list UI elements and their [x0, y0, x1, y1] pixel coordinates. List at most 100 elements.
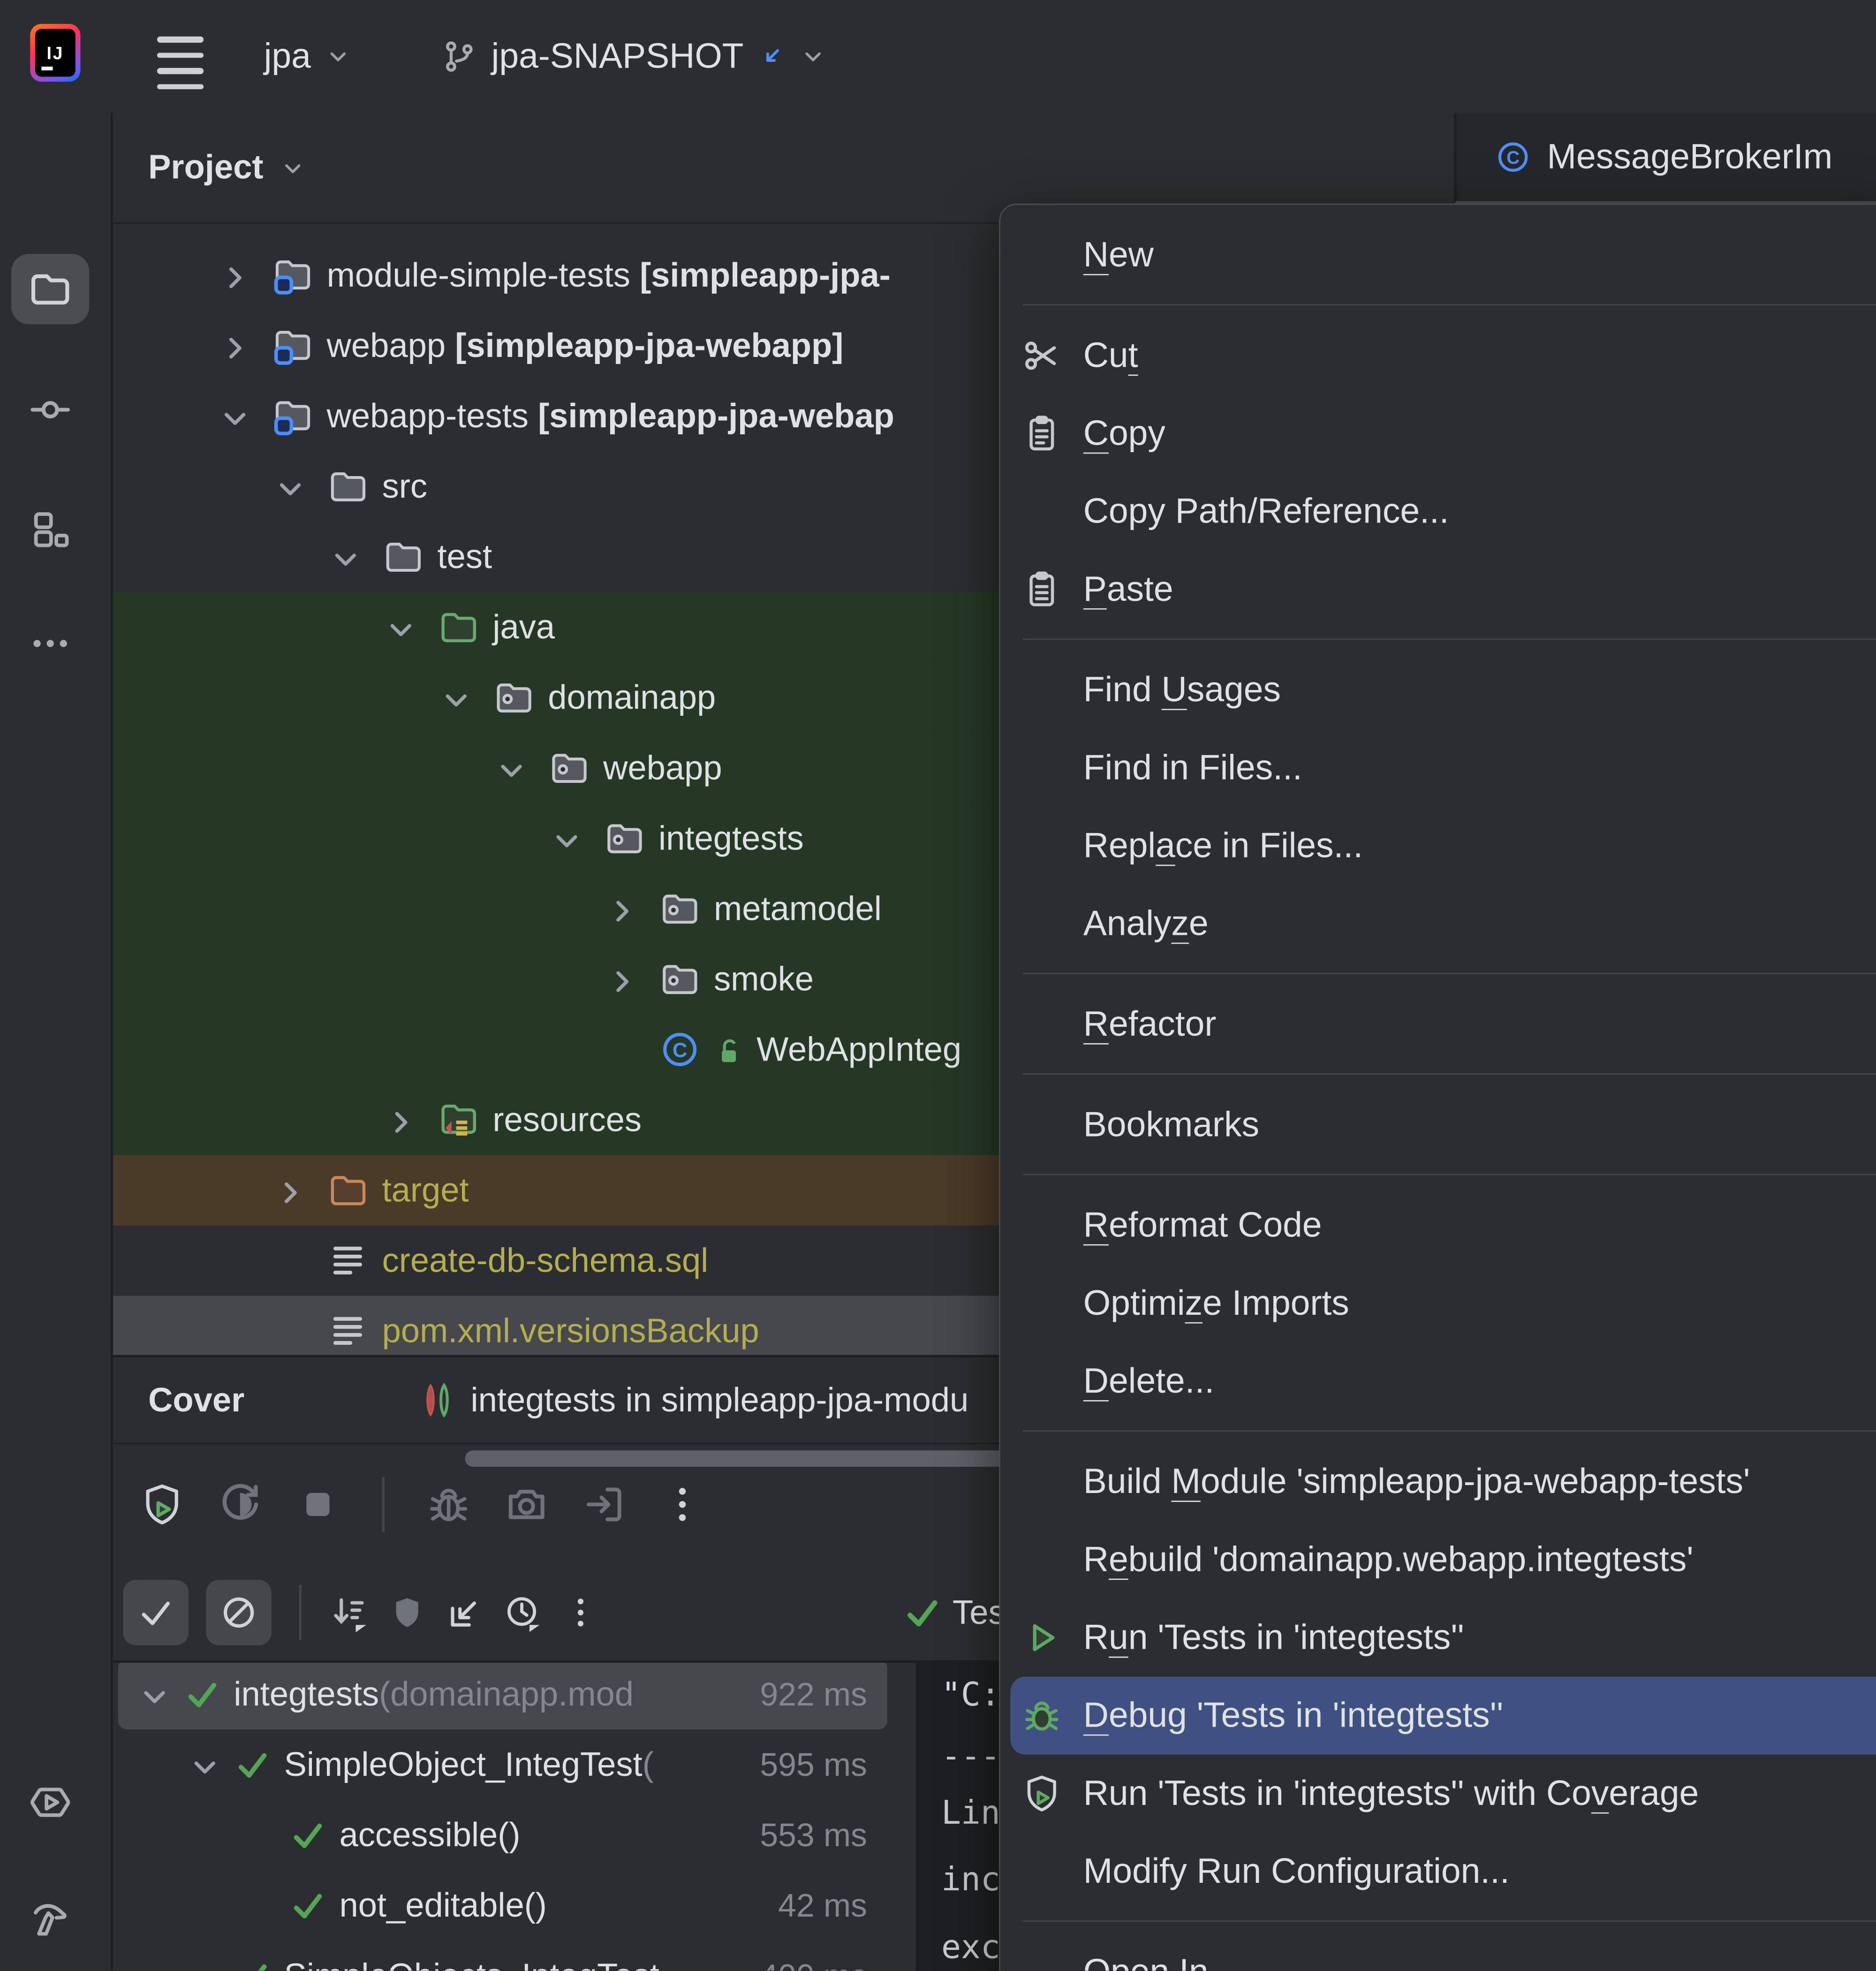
- menu-item-rebuild-domainapp-webapp-integtests[interactable]: Rebuild 'domainapp.webapp.integtests': [1000, 1521, 1876, 1599]
- class-icon: C: [1494, 138, 1532, 176]
- menu-item-new[interactable]: New: [1000, 216, 1876, 294]
- scissors-icon: [1021, 334, 1063, 377]
- coverage-tab-label[interactable]: Cover: [148, 1380, 244, 1419]
- module-folder-icon: [272, 324, 314, 367]
- sort-by-duration-icon[interactable]: [329, 1592, 370, 1633]
- stop-icon[interactable]: [294, 1480, 342, 1528]
- toolbar-button-show-ignored[interactable]: [206, 1580, 272, 1645]
- svg-text:C: C: [673, 1039, 688, 1061]
- editor-tab[interactable]: C MessageBrokerIm: [1494, 137, 1832, 177]
- stripe-button-commit[interactable]: [11, 374, 89, 445]
- vcs-branch-widget[interactable]: jpa-SNAPSHOT: [422, 28, 844, 85]
- menu-item-label: Cut: [1083, 335, 1138, 375]
- more-test-options-icon[interactable]: [560, 1592, 601, 1633]
- menu-item-label: Copy Path/Reference...: [1083, 491, 1449, 531]
- menu-item-find-usages[interactable]: Find Usages: [1000, 651, 1876, 729]
- stripe-button-structure[interactable]: [11, 494, 89, 564]
- menu-item-reformat-code[interactable]: Reformat Code: [1000, 1186, 1876, 1264]
- stripe-button-run[interactable]: [11, 1767, 89, 1837]
- stripe-button-more-tool-windows[interactable]: [11, 608, 89, 679]
- tree-toggle: [272, 1242, 309, 1279]
- chevron-down-icon: [272, 470, 309, 508]
- tree-toggle[interactable]: [186, 1746, 224, 1783]
- menu-item-refactor[interactable]: Refactor: [1000, 986, 1876, 1063]
- menu-separator: [1023, 304, 1876, 306]
- tree-item-label: integtests: [658, 819, 804, 857]
- debug-rerun-icon[interactable]: [425, 1480, 473, 1528]
- test-history-icon[interactable]: [503, 1592, 543, 1633]
- tree-toggle[interactable]: [272, 468, 309, 505]
- test-row-not-editable-[interactable]: not_editable() 42 ms: [113, 1870, 887, 1941]
- coverage-filter-icon[interactable]: [387, 1592, 427, 1633]
- debug-icon: [1021, 1694, 1063, 1737]
- rerun-icon[interactable]: [216, 1480, 264, 1528]
- test-row-simpleobject-integtest[interactable]: SimpleObject_IntegTest(595 ms: [113, 1729, 887, 1800]
- tree-toggle[interactable]: [548, 819, 585, 857]
- tree-toggle[interactable]: [216, 397, 254, 435]
- intellij-logo-icon[interactable]: IJ: [30, 23, 81, 82]
- stripe-button-project[interactable]: [11, 254, 90, 325]
- show-ignored-icon: [219, 1592, 259, 1633]
- menu-item-delete[interactable]: Delete...: [1000, 1342, 1876, 1420]
- menu-item-open-in[interactable]: Open In: [1000, 1933, 1876, 1971]
- coverage-run-icon: [1021, 1772, 1063, 1815]
- test-row-integtests[interactable]: integtests (domainapp.mod 922 ms: [118, 1662, 887, 1729]
- main-menu-icon[interactable]: [157, 36, 204, 90]
- tree-toggle[interactable]: [382, 608, 420, 646]
- project-widget[interactable]: jpa: [246, 28, 370, 85]
- tree-toggle[interactable]: [492, 749, 530, 787]
- ide-window: IJ jpa jpa-SNAPSHOT C MessageBrokerIm Pr…: [0, 0, 1876, 1971]
- test-snapshot-icon[interactable]: [503, 1480, 551, 1528]
- menu-item-paste[interactable]: Paste: [1000, 551, 1876, 629]
- tree-toggle[interactable]: [186, 1957, 224, 1971]
- menu-item-debug-tests-in-integtests[interactable]: Debug 'Tests in 'integtests'': [1010, 1676, 1876, 1755]
- menu-item-run-tests-in-integtests[interactable]: Run 'Tests in 'integtests'': [1000, 1599, 1876, 1676]
- test-row-simpleobjects-integtest[interactable]: SimpleObjects_IntegTest 400 ms: [113, 1941, 887, 1971]
- exit-coverage-icon[interactable]: [581, 1480, 628, 1528]
- tree-toggle[interactable]: [216, 257, 254, 294]
- project-icon: [28, 266, 73, 311]
- menu-item-run-tests-in-integtests-with-coverage[interactable]: Run 'Tests in 'integtests'' with Coverag…: [1000, 1755, 1876, 1833]
- tree-item-label: webapp: [603, 748, 722, 787]
- svg-text:C: C: [1506, 148, 1520, 168]
- menu-item-copy-path-reference[interactable]: Copy Path/Reference...: [1000, 472, 1876, 550]
- tree-toggle[interactable]: [437, 679, 475, 716]
- menu-item-replace-in-files[interactable]: Replace in Files...: [1000, 807, 1876, 885]
- menu-item-copy[interactable]: Copy: [1000, 394, 1876, 472]
- rerun-with-coverage-icon[interactable]: [138, 1480, 186, 1528]
- test-duration: 42 ms: [778, 1886, 867, 1924]
- import-test-results-icon[interactable]: [445, 1592, 485, 1633]
- tree-toggle[interactable]: [272, 1171, 309, 1209]
- menu-item-label: Reformat Code: [1083, 1205, 1322, 1244]
- editor-tab-label: MessageBrokerIm: [1547, 137, 1833, 176]
- chevron-down-icon: [437, 681, 475, 719]
- tree-toggle[interactable]: [603, 890, 641, 927]
- menu-item-optimize-imports[interactable]: Optimize Imports: [1000, 1265, 1876, 1342]
- menu-item-label: Open In: [1083, 1952, 1209, 1971]
- menu-item-label: Modify Run Configuration...: [1083, 1851, 1510, 1890]
- tree-item-label: java: [492, 607, 555, 645]
- toolbar-button-show-passed[interactable]: [123, 1580, 189, 1645]
- menu-item-build-module-simpleapp-jpa-webapp-tests[interactable]: Build Module 'simpleapp-jpa-webapp-tests…: [1000, 1443, 1876, 1521]
- coverage-suite-label[interactable]: integtests in simpleapp-jpa-modu: [471, 1380, 969, 1419]
- tree-toggle[interactable]: [216, 327, 254, 364]
- tree-toggle[interactable]: [382, 1101, 420, 1138]
- test-row-accessible-[interactable]: accessible() 553 ms: [113, 1800, 887, 1870]
- more-options-icon[interactable]: [658, 1480, 706, 1528]
- tree-toggle[interactable]: [327, 538, 364, 576]
- test-name: accessible(): [339, 1815, 521, 1853]
- tree-item-label: webapp [simpleapp-jpa-webapp]: [326, 326, 844, 364]
- tree-toggle[interactable]: [603, 960, 641, 998]
- tree-toggle[interactable]: [136, 1675, 173, 1713]
- excluded-folder-icon: [327, 1169, 370, 1212]
- test-location: (: [642, 1745, 654, 1783]
- menu-item-analyze[interactable]: Analyze: [1000, 885, 1876, 963]
- menu-item-cut[interactable]: Cut: [1000, 317, 1876, 394]
- stripe-button-build[interactable]: [11, 1883, 89, 1953]
- menu-item-find-in-files[interactable]: Find in Files...: [1000, 729, 1876, 807]
- tree-item-label: smoke: [713, 959, 814, 998]
- tree-toggle: [603, 1031, 641, 1068]
- menu-item-bookmarks[interactable]: Bookmarks: [1000, 1086, 1876, 1164]
- menu-item-modify-run-configuration[interactable]: Modify Run Configuration...: [1000, 1833, 1876, 1910]
- tree-item-label: webapp-tests [simpleapp-jpa-webap: [326, 396, 894, 434]
